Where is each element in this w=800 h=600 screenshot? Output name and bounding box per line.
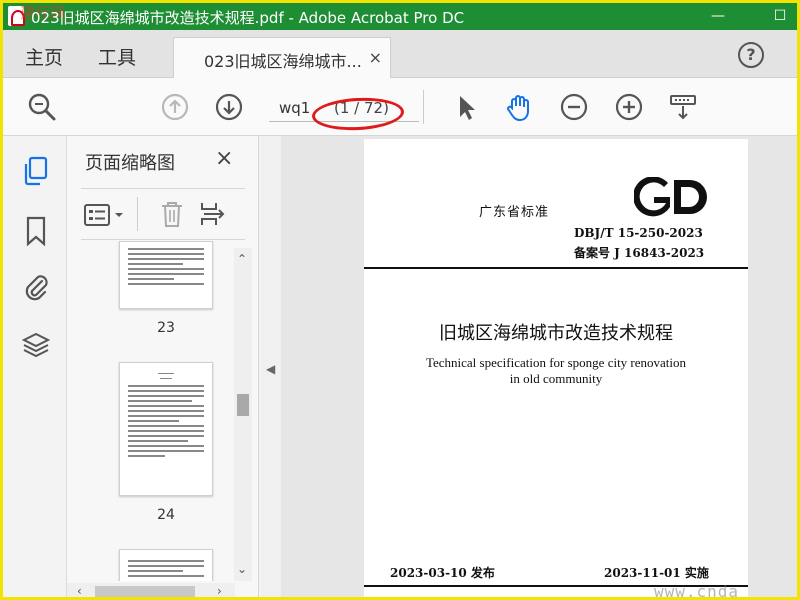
tab-bar: 主页 工具 023旧城区海绵城市... × ? [3, 30, 797, 78]
layers-icon[interactable] [21, 329, 51, 363]
app-window: 建标网 023旧城区海绵城市改造技术规程.pdf - Adobe Acrobat… [0, 0, 800, 600]
navigation-rail [3, 136, 67, 597]
thumbnail-page-number: 23 [157, 320, 175, 336]
issue-date: 2023-03-10 发布 [390, 566, 495, 580]
tab-tools[interactable]: 工具 [98, 43, 136, 70]
zoom-in-icon[interactable] [614, 92, 644, 122]
scrollbar-thumb[interactable] [237, 394, 249, 416]
panel-collapse-handle[interactable]: ◀ [261, 136, 281, 597]
thumbnail-list: 23 24 [67, 241, 235, 581]
delete-page-icon[interactable] [159, 199, 185, 233]
thumbnail-vertical-scrollbar[interactable]: ⌃ ⌄ [234, 248, 252, 581]
document-view[interactable]: 广东省标准 GD DBJ/T 15-250-2023 备案号 J 16843-2… [281, 136, 797, 600]
select-arrow-icon[interactable] [451, 92, 481, 122]
page-thumbnail-24[interactable] [119, 362, 213, 496]
panel-toolbar [81, 188, 245, 240]
attachment-icon[interactable] [21, 271, 51, 305]
tab-close-button[interactable]: × [369, 48, 382, 67]
current-page-value: wq1 [279, 99, 311, 117]
record-number: 备案号 J 16843-2023 [574, 246, 705, 260]
previous-page-icon[interactable] [160, 92, 190, 122]
document-title-en-line2: in old community [509, 371, 603, 386]
thumbnail-options-icon[interactable] [83, 203, 127, 231]
panel-close-button[interactable]: × [215, 146, 233, 171]
scroll-left-icon[interactable]: ‹ [77, 584, 82, 597]
extract-page-icon[interactable] [199, 199, 229, 233]
panel-tool-divider [137, 197, 138, 231]
hand-tool-icon[interactable] [504, 92, 534, 122]
page-thumbnail-25[interactable] [119, 549, 213, 581]
title-bar: 建标网 023旧城区海绵城市改造技术规程.pdf - Adobe Acrobat… [3, 3, 797, 30]
gd-logo-text: GD [634, 177, 636, 178]
scroll-right-icon[interactable]: › [217, 584, 222, 597]
window-title: 023旧城区海绵城市改造技术规程.pdf - Adobe Acrobat Pro… [31, 9, 465, 27]
page-thumbnail-23[interactable] [119, 241, 213, 309]
bookmark-icon[interactable] [21, 214, 51, 248]
page-thumbnails-icon[interactable] [21, 154, 51, 188]
thumbnail-horizontal-scrollbar[interactable]: ‹ › [67, 583, 235, 597]
toolbar-divider [423, 90, 424, 124]
scroll-mode-icon[interactable] [668, 92, 698, 122]
scroll-down-icon[interactable]: ⌄ [237, 562, 247, 576]
collapse-arrow-icon[interactable]: ◀ [266, 362, 275, 376]
maximize-button[interactable]: ☐ [765, 3, 795, 30]
tab-home[interactable]: 主页 [25, 43, 63, 70]
zoom-out-icon[interactable] [559, 92, 589, 122]
tab-document[interactable]: 023旧城区海绵城市... × [173, 37, 391, 78]
site-watermark: www.cnda [654, 582, 740, 600]
thumbnail-panel: 页面缩略图 × 23 24 ⌃ ⌄ ‹ › [67, 136, 259, 597]
tab-document-label: 023旧城区海绵城市... [204, 52, 362, 71]
effective-date: 2023-11-01 实施 [604, 566, 709, 580]
next-page-icon[interactable] [214, 92, 244, 122]
header-rule [364, 267, 748, 269]
pdf-page: 广东省标准 GD DBJ/T 15-250-2023 备案号 J 16843-2… [364, 139, 748, 600]
standard-code: DBJ/T 15-250-2023 [574, 226, 703, 240]
horizontal-scrollbar-thumb[interactable] [95, 586, 195, 597]
document-title-cn: 旧城区海绵城市改造技术规程 [439, 323, 673, 344]
scroll-up-icon[interactable]: ⌃ [237, 252, 247, 266]
help-icon[interactable]: ? [738, 42, 764, 68]
thumbnail-page-number: 24 [157, 507, 175, 523]
toolbar: wq1 (1 / 72) [3, 78, 797, 136]
standard-province: 广东省标准 [479, 205, 550, 220]
panel-title: 页面缩略图 [85, 153, 175, 174]
minimize-button[interactable]: — [703, 3, 733, 30]
document-title-en-line1: Technical specification for sponge city … [425, 355, 687, 370]
gd-logo: GD [633, 176, 708, 221]
zoom-search-icon[interactable] [27, 92, 57, 122]
